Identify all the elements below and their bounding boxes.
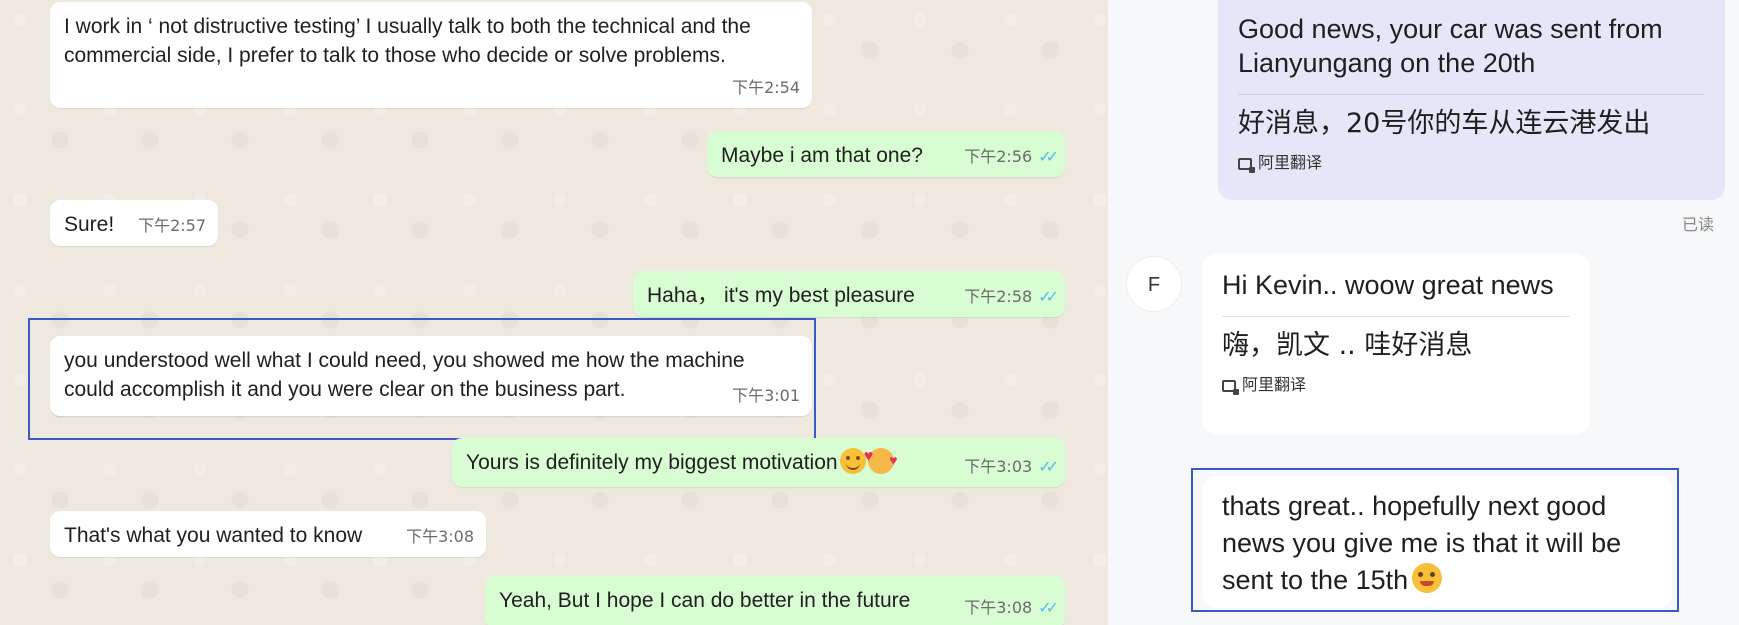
message-outgoing-1[interactable]: Maybe i am that one? 下午2:56 ✓✓ bbox=[707, 131, 1065, 177]
read-receipt-icon: ✓✓ bbox=[1038, 598, 1059, 617]
message-text: Yours is definitely my biggest motivatio… bbox=[466, 451, 838, 474]
message-outgoing-3[interactable]: Yours is definitely my biggest motivatio… bbox=[452, 438, 1065, 487]
message-time: 下午2:56 bbox=[964, 147, 1033, 166]
message-time: 下午3:03 bbox=[964, 457, 1033, 476]
message-incoming-4[interactable]: That's what you wanted to know 下午3:08 bbox=[50, 511, 486, 557]
message-text: Maybe i am that one? bbox=[721, 144, 923, 167]
whatsapp-chat-panel: I work in ‘ not distructive testing’ I u… bbox=[0, 0, 1108, 625]
message-text: I work in ‘ not distructive testing’ I u… bbox=[64, 15, 751, 67]
message-outgoing-2[interactable]: Haha， it's my best pleasure 下午2:58 ✓✓ bbox=[633, 271, 1065, 317]
message-time: 下午2:54 bbox=[732, 78, 800, 97]
read-receipt-icon: ✓✓ bbox=[1038, 147, 1059, 166]
divider bbox=[1222, 316, 1570, 317]
message-text: Haha， it's my best pleasure bbox=[647, 284, 915, 307]
message-time: 下午2:57 bbox=[138, 216, 206, 235]
message-text: That's what you wanted to know bbox=[64, 524, 363, 547]
translate-icon bbox=[1222, 380, 1239, 395]
message-time: 下午3:08 bbox=[964, 598, 1033, 617]
message-incoming-2[interactable]: Sure! 下午2:57 bbox=[50, 200, 218, 246]
message-text-english: Hi Kevin.. woow great news bbox=[1222, 270, 1554, 300]
received-message[interactable]: thats great.. hopefully next good news y… bbox=[1202, 476, 1672, 608]
message-outgoing-4[interactable]: Yeah, But I hope I can do better in the … bbox=[485, 576, 1065, 625]
translator-label: 阿里翻译 bbox=[1222, 371, 1570, 395]
received-translated-message[interactable]: Hi Kevin.. woow great news 嗨，凯文 .. 哇好消息 … bbox=[1202, 254, 1590, 434]
smiling-face-with-hearts-emoji bbox=[864, 442, 898, 475]
sent-translated-message[interactable]: Good news, your car was sent from Lianyu… bbox=[1218, 0, 1725, 200]
read-receipt-icon: ✓✓ bbox=[1038, 457, 1059, 476]
read-receipt-icon: ✓✓ bbox=[1038, 287, 1059, 306]
message-text-chinese: 好消息，20号你的车从连云港发出 bbox=[1238, 108, 1651, 139]
message-text: Sure! bbox=[64, 213, 115, 236]
read-status: 已读 bbox=[1682, 215, 1715, 234]
message-text: you understood well what I could need, y… bbox=[64, 349, 745, 401]
message-incoming-3[interactable]: you understood well what I could need, y… bbox=[50, 336, 812, 416]
translator-label: 阿里翻译 bbox=[1238, 149, 1705, 173]
message-text: Yeah, But I hope I can do better in the … bbox=[499, 589, 911, 612]
translated-chat-panel: Good news, your car was sent from Lianyu… bbox=[1108, 0, 1739, 625]
avatar[interactable]: F bbox=[1126, 256, 1182, 312]
grimacing-smile-emoji bbox=[1412, 563, 1443, 593]
message-text-english: Good news, your car was sent from Lianyu… bbox=[1238, 14, 1663, 78]
smiling-face-emoji bbox=[839, 448, 866, 474]
message-time: 下午3:08 bbox=[406, 527, 474, 546]
translate-icon bbox=[1238, 158, 1255, 173]
message-text-chinese: 嗨，凯文 .. 哇好消息 bbox=[1222, 330, 1473, 361]
divider bbox=[1238, 94, 1705, 95]
message-incoming-1[interactable]: I work in ‘ not distructive testing’ I u… bbox=[50, 2, 812, 108]
message-time: 下午3:01 bbox=[732, 386, 800, 405]
message-time: 下午2:58 bbox=[964, 287, 1033, 306]
